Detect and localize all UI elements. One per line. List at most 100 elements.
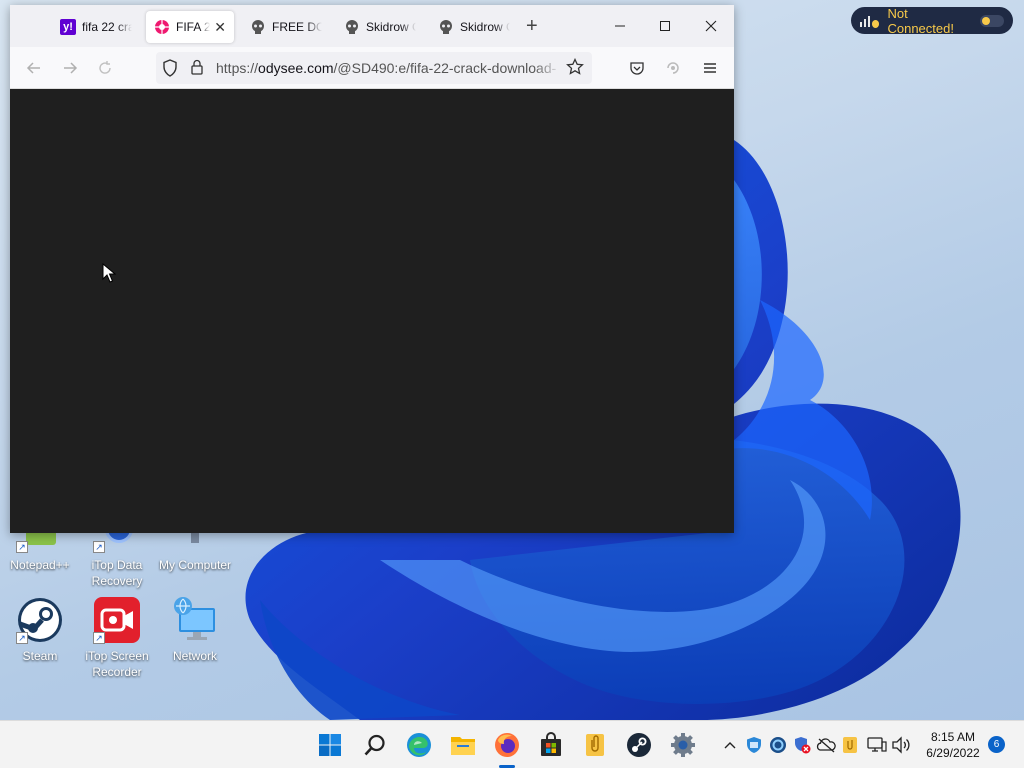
tray-volume[interactable] bbox=[891, 735, 911, 755]
forward-button[interactable] bbox=[57, 55, 83, 81]
sticky-icon bbox=[843, 737, 857, 753]
desktop-icon-label: Network bbox=[172, 649, 217, 663]
desktop-icon-network[interactable]: Network bbox=[155, 596, 235, 664]
settings-icon bbox=[671, 733, 695, 757]
odysee-icon bbox=[154, 19, 170, 35]
desktop-icon-label: Steam bbox=[22, 649, 58, 663]
reload-icon bbox=[99, 61, 111, 74]
clock[interactable]: 8:15 AM 6/29/2022 bbox=[915, 729, 991, 761]
taskbar-search-button[interactable] bbox=[359, 729, 391, 761]
taskbar-settings[interactable] bbox=[667, 729, 699, 761]
arrow-right-icon bbox=[64, 62, 78, 74]
firefox-icon bbox=[495, 733, 519, 757]
store-icon bbox=[541, 732, 561, 756]
page-content[interactable] bbox=[10, 89, 734, 533]
new-tab-button[interactable]: + bbox=[526, 15, 538, 37]
lock-icon[interactable] bbox=[190, 59, 204, 80]
clock-time: 8:15 AM bbox=[930, 730, 976, 744]
reload-button[interactable] bbox=[92, 55, 118, 81]
desktop-icon-label: Notepad++ bbox=[10, 558, 70, 572]
tab-skidrow-1[interactable]: Skidrow Codex bbox=[336, 11, 424, 43]
chevron-up-icon bbox=[724, 742, 736, 749]
tray-security[interactable] bbox=[768, 735, 788, 755]
tray-antivirus[interactable] bbox=[792, 735, 812, 755]
tab-title: FREE DOWNLOAD bbox=[272, 20, 322, 34]
search-icon bbox=[364, 734, 385, 756]
desktop-icon-steam[interactable]: ↗ Steam bbox=[0, 596, 80, 664]
tray-network[interactable] bbox=[867, 735, 887, 755]
volume-icon bbox=[892, 736, 910, 754]
tab-title: Skidrow Codex bbox=[460, 20, 510, 34]
skull-icon bbox=[250, 19, 266, 35]
skull-icon bbox=[344, 19, 360, 35]
taskbar-sticky-notes[interactable] bbox=[579, 729, 611, 761]
sticky-notes-icon bbox=[586, 734, 604, 756]
network-icon bbox=[171, 596, 219, 644]
url-text: https://odysee.com/@SD490:e/fifa-22-crac… bbox=[216, 60, 557, 76]
mouse-cursor-icon bbox=[102, 263, 116, 283]
defender-icon bbox=[747, 737, 761, 753]
signal-icon bbox=[860, 15, 870, 27]
url-bar[interactable]: https://odysee.com/@SD490:e/fifa-22-crac… bbox=[156, 52, 592, 84]
menu-button[interactable] bbox=[697, 55, 723, 81]
shield-icon[interactable] bbox=[162, 59, 178, 82]
tab-title: Skidrow Codex bbox=[366, 20, 416, 34]
desktop-icon-itop-screen-recorder[interactable]: ↗ iTop Screen Recorder bbox=[77, 596, 157, 680]
security-icon bbox=[770, 737, 786, 753]
tab-yahoo-search[interactable]: y! fifa 22 crack bbox=[52, 11, 142, 43]
skull-icon bbox=[438, 19, 454, 35]
maximize-icon bbox=[660, 21, 670, 31]
vpn-status-text: Not Connected! bbox=[887, 5, 954, 36]
desktop-icon-label: iTop Data Recovery bbox=[91, 558, 143, 588]
taskbar-edge[interactable] bbox=[403, 729, 435, 761]
yahoo-icon: y! bbox=[60, 19, 76, 35]
itop-screen-recorder-icon: ↗ bbox=[93, 596, 141, 644]
desktop-icon-label: My Computer bbox=[158, 558, 232, 572]
tray-onedrive[interactable] bbox=[816, 735, 836, 755]
navigation-toolbar: https://odysee.com/@SD490:e/fifa-22-crac… bbox=[10, 47, 734, 89]
taskbar-file-explorer[interactable] bbox=[447, 729, 479, 761]
notification-badge[interactable]: 6 bbox=[988, 736, 1005, 753]
taskbar-store[interactable] bbox=[535, 729, 567, 761]
tab-skidrow-2[interactable]: Skidrow Codex bbox=[430, 11, 518, 43]
tab-title: FIFA 22 Crack bbox=[176, 20, 211, 34]
bookmark-star-icon[interactable] bbox=[566, 57, 584, 81]
taskbar-firefox[interactable] bbox=[491, 729, 523, 768]
taskbar-steam[interactable] bbox=[623, 729, 655, 761]
hamburger-icon bbox=[704, 63, 716, 73]
extension-icon bbox=[667, 62, 679, 74]
maximize-button[interactable] bbox=[642, 5, 688, 47]
network-icon bbox=[867, 737, 887, 752]
taskbar: 8:15 AM 6/29/2022 6 bbox=[0, 720, 1024, 768]
back-button[interactable] bbox=[21, 55, 47, 81]
start-icon bbox=[319, 734, 341, 756]
pocket-button[interactable] bbox=[624, 55, 650, 81]
close-tab-icon[interactable]: ✕ bbox=[214, 19, 226, 36]
close-window-button[interactable] bbox=[688, 5, 734, 47]
tab-strip: y! fifa 22 crack FIFA 22 Crack ✕ FREE DO… bbox=[10, 5, 734, 47]
close-icon bbox=[705, 20, 717, 32]
tab-title: fifa 22 crack bbox=[82, 20, 132, 34]
steam-icon bbox=[627, 733, 651, 757]
tab-odysee-fifa[interactable]: FIFA 22 Crack ✕ bbox=[146, 11, 234, 43]
antivirus-icon bbox=[795, 737, 811, 754]
arrow-left-icon bbox=[26, 62, 40, 74]
file-explorer-icon bbox=[451, 737, 475, 755]
tray-sticky[interactable] bbox=[840, 735, 860, 755]
clock-date: 6/29/2022 bbox=[926, 746, 980, 760]
onedrive-icon bbox=[816, 738, 836, 753]
desktop-icon-label: iTop Screen Recorder bbox=[85, 649, 149, 679]
edge-icon bbox=[407, 733, 431, 757]
minimize-icon bbox=[615, 25, 625, 27]
extensions-button[interactable] bbox=[660, 55, 686, 81]
tray-defender[interactable] bbox=[744, 735, 764, 755]
minimize-button[interactable] bbox=[597, 5, 643, 47]
warning-dot-icon bbox=[872, 19, 880, 28]
pocket-icon bbox=[630, 62, 644, 75]
start-button[interactable] bbox=[314, 729, 346, 761]
firefox-window[interactable]: y! fifa 22 crack FIFA 22 Crack ✕ FREE DO… bbox=[10, 5, 734, 533]
vpn-status-widget[interactable]: Not Connected! bbox=[851, 5, 1013, 36]
vpn-toggle[interactable] bbox=[979, 14, 1004, 27]
tab-free-download[interactable]: FREE DOWNLOAD bbox=[242, 11, 330, 43]
show-hidden-icons-button[interactable] bbox=[720, 735, 740, 755]
